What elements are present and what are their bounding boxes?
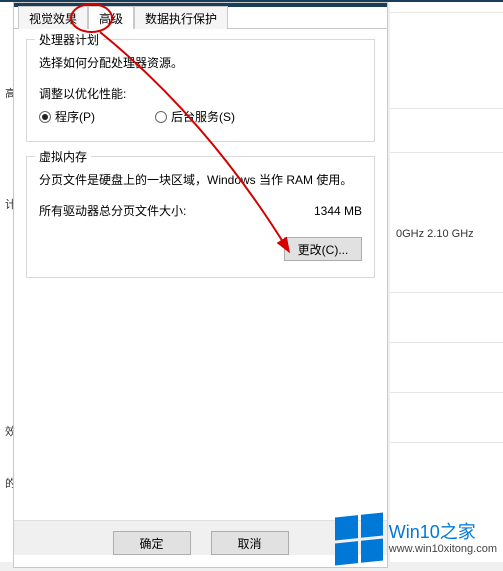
cancel-button[interactable]: 取消 [211, 531, 289, 555]
watermark-title: Win10之家 [389, 523, 497, 543]
tab-visual-effects[interactable]: 视觉效果 [18, 6, 88, 29]
windows-logo-icon [335, 512, 383, 565]
bg-cpu-speed: 0GHz 2.10 GHz [396, 228, 474, 240]
performance-options-dialog: 视觉效果 高级 数据执行保护 处理器计划 选择如何分配处理器资源。 调整以优化性… [13, 2, 388, 568]
tab-advanced[interactable]: 高级 [88, 6, 134, 29]
radio-dot-icon [39, 111, 51, 123]
radio-background-services[interactable]: 后台服务(S) [155, 108, 235, 125]
tab-dep[interactable]: 数据执行保护 [134, 6, 228, 29]
vm-total-value: 1344 MB [314, 204, 362, 218]
groupbox-virtual-memory: 虚拟内存 分页文件是硬盘上的一块区域，Windows 当作 RAM 使用。 所有… [26, 156, 375, 278]
groupbox-vm-legend: 虚拟内存 [35, 148, 91, 165]
radio-programs-label: 程序(P) [55, 108, 95, 125]
ok-button[interactable]: 确定 [113, 531, 191, 555]
radio-services-label: 后台服务(S) [171, 108, 235, 125]
watermark-url: www.win10xitong.com [389, 543, 497, 555]
vm-desc: 分页文件是硬盘上的一块区域，Windows 当作 RAM 使用。 [39, 171, 362, 188]
change-button[interactable]: 更改(C)... [284, 237, 362, 261]
cpu-adjust-label: 调整以优化性能: [39, 85, 362, 102]
background-sysinfo: 0GHz 2.10 GHz [390, 2, 503, 562]
dialog-content: 处理器计划 选择如何分配处理器资源。 调整以优化性能: 程序(P) 后台服务(S… [14, 29, 387, 302]
radio-dot-icon [155, 111, 167, 123]
groupbox-cpu-legend: 处理器计划 [35, 31, 103, 48]
tab-strip: 视觉效果 高级 数据执行保护 [14, 7, 387, 29]
groupbox-cpu-scheduling: 处理器计划 选择如何分配处理器资源。 调整以优化性能: 程序(P) 后台服务(S… [26, 39, 375, 142]
cpu-desc: 选择如何分配处理器资源。 [39, 54, 362, 71]
dialog-button-row: 确定 取消 [14, 520, 387, 555]
radio-programs[interactable]: 程序(P) [39, 108, 95, 125]
vm-total-label: 所有驱动器总分页文件大小: [39, 202, 186, 219]
watermark: Win10之家 www.win10xitong.com [335, 515, 497, 563]
cpu-radio-row: 程序(P) 后台服务(S) [39, 108, 362, 125]
